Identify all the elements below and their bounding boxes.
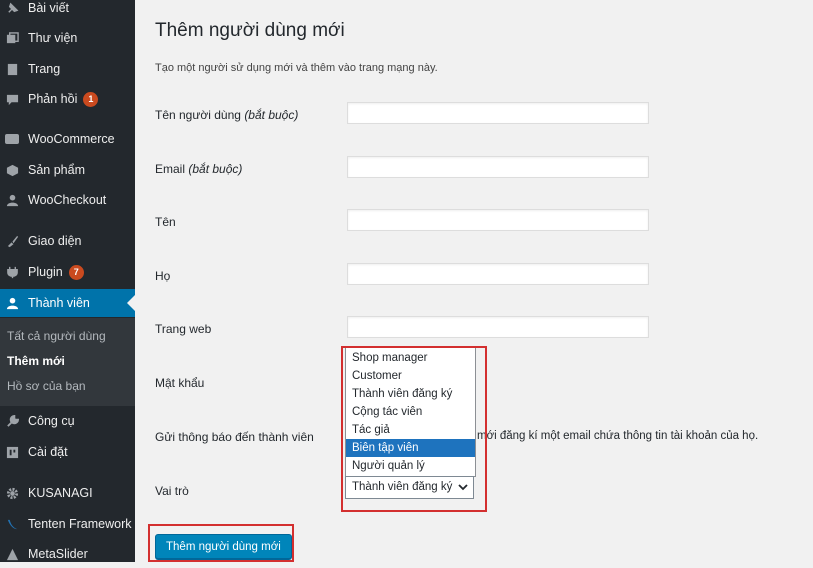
slider-icon bbox=[5, 547, 19, 561]
sidebar-item-công-cụ[interactable]: Công cụ bbox=[0, 407, 135, 435]
sidebar-item-sản-phẩm[interactable]: Sản phẩm bbox=[0, 156, 135, 184]
sidebar-item-kusanagi[interactable]: KUSANAGI bbox=[0, 479, 135, 507]
last-name-field[interactable] bbox=[347, 263, 649, 285]
sidebar-item-plugin[interactable]: Plugin 7 bbox=[0, 258, 135, 286]
wrench-icon bbox=[5, 414, 19, 428]
main-content: Thêm người dùng mới Tạo một người sử dụn… bbox=[135, 0, 813, 562]
username-label: Tên người dùng (bắt buộc) bbox=[155, 108, 299, 122]
role-dropdown-list: Shop manager Customer Thành viên đăng ký Cộ… bbox=[345, 347, 476, 477]
user-icon bbox=[5, 193, 19, 207]
sidebar-item-thư-viện[interactable]: Thư viện bbox=[0, 24, 135, 52]
password-label: Mật khẩu bbox=[155, 376, 205, 390]
sidebar-item-label: KUSANAGI bbox=[28, 486, 93, 500]
submenu-item[interactable]: Hồ sơ của bạn bbox=[7, 379, 86, 393]
media-icon bbox=[5, 31, 19, 45]
submenu-item[interactable]: Thêm mới bbox=[7, 354, 65, 368]
sidebar-item-label: Bài viết bbox=[28, 1, 69, 15]
sidebar-item-label: Plugin bbox=[28, 265, 63, 279]
chevron-down-icon bbox=[458, 477, 468, 506]
website-label: Trang web bbox=[155, 322, 212, 336]
admin-sidebar: Bài viết Thư viện Trang Phản hồi 1 WooCommerc… bbox=[0, 0, 135, 562]
sidebar-item-trang[interactable]: Trang bbox=[0, 55, 135, 83]
website-field[interactable] bbox=[347, 316, 649, 338]
sidebar-item-cài-đặt[interactable]: Cài đặt bbox=[0, 438, 135, 466]
box-icon bbox=[5, 163, 19, 177]
comment-icon bbox=[5, 92, 19, 106]
gear-icon bbox=[5, 486, 19, 500]
sidebar-item-woocommerce[interactable]: WooCommerce bbox=[0, 125, 135, 153]
sidebar-item-label: Tenten Framework bbox=[28, 517, 132, 531]
email-field[interactable] bbox=[347, 156, 649, 178]
page-icon bbox=[5, 62, 19, 76]
sidebar-item-phản-hồi[interactable]: Phản hồi 1 bbox=[0, 85, 135, 113]
sidebar-item-label: Phản hồi bbox=[28, 92, 78, 106]
notify-description: mới đăng kí một email chứa thông tin tài… bbox=[477, 430, 759, 442]
first-name-field[interactable] bbox=[347, 209, 649, 231]
sidebar-item-label: Công cụ bbox=[28, 414, 75, 428]
email-label: Email (bắt buộc) bbox=[155, 162, 243, 176]
role-option[interactable]: Cộng tác viên bbox=[346, 403, 475, 421]
notification-badge: 7 bbox=[68, 264, 84, 280]
sidebar-item-tenten-framework[interactable]: Tenten Framework bbox=[0, 510, 135, 538]
page-title: Thêm người dùng mới bbox=[155, 20, 345, 41]
username-field[interactable] bbox=[347, 102, 649, 124]
role-option[interactable]: Tác giả bbox=[346, 421, 475, 439]
last-name-label: Họ bbox=[155, 269, 171, 283]
sidebar-item-label: Thành viên bbox=[28, 296, 90, 310]
sidebar-item-label: Cài đặt bbox=[28, 445, 68, 459]
users-submenu: Tất cả người dùng Thêm mới Hồ sơ của bạn bbox=[0, 318, 135, 406]
first-name-label: Tên bbox=[155, 215, 176, 229]
role-select[interactable]: Thành viên đăng ký bbox=[345, 476, 474, 499]
sidebar-item-label: WooCheckout bbox=[28, 193, 107, 207]
sidebar-item-label: Sản phẩm bbox=[28, 163, 85, 177]
sidebar-item-woocheckout[interactable]: WooCheckout bbox=[0, 186, 135, 214]
sidebar-item-thành-viên[interactable]: Thành viên bbox=[0, 289, 135, 317]
sidebar-item-label: MetaSlider bbox=[28, 547, 88, 561]
notify-label: Gửi thông báo đến thành viên bbox=[155, 430, 314, 444]
add-user-button[interactable]: Thêm người dùng mới bbox=[155, 534, 292, 559]
notification-badge: 1 bbox=[83, 91, 99, 107]
plug-icon bbox=[5, 265, 19, 279]
sidebar-item-label: Giao diện bbox=[28, 234, 82, 248]
role-option[interactable]: Biên tập viên bbox=[346, 439, 475, 457]
sidebar-item-label: Thư viện bbox=[28, 31, 78, 45]
sidebar-item-metaslider[interactable]: MetaSlider bbox=[0, 540, 135, 568]
role-label: Vai trò bbox=[155, 484, 189, 498]
sidebar-item-label: WooCommerce bbox=[28, 132, 115, 146]
submenu-item[interactable]: Tất cả người dùng bbox=[7, 329, 106, 343]
sidebar-item-giao-diện[interactable]: Giao diện bbox=[0, 227, 135, 255]
role-option[interactable]: Người quản lý bbox=[346, 457, 475, 475]
role-option[interactable]: Shop manager bbox=[346, 349, 475, 367]
page-description: Tạo một người sử dụng mới và thêm vào tr… bbox=[155, 62, 438, 74]
brush-icon bbox=[5, 234, 19, 248]
role-option[interactable]: Customer bbox=[346, 367, 475, 385]
users-icon bbox=[5, 296, 19, 310]
tenten-icon bbox=[5, 517, 19, 531]
woo-icon bbox=[5, 132, 19, 146]
settings-icon bbox=[5, 445, 19, 459]
pin-icon bbox=[5, 1, 19, 15]
role-option[interactable]: Thành viên đăng ký bbox=[346, 385, 475, 403]
sidebar-item-bài-viết[interactable]: Bài viết bbox=[0, 0, 135, 22]
role-select-value: Thành viên đăng ký bbox=[352, 481, 453, 493]
sidebar-item-label: Trang bbox=[28, 62, 61, 76]
